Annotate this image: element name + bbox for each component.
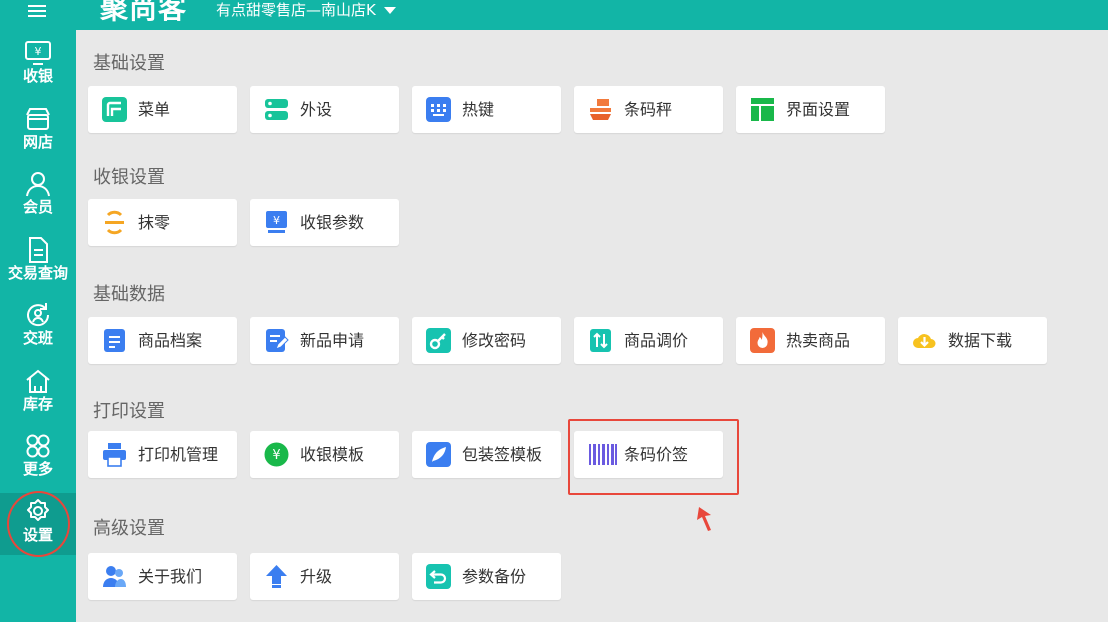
tile-printer-management[interactable]: 打印机管理 (88, 431, 237, 478)
sidebar-item-shift-handover[interactable]: 交班 (0, 296, 76, 358)
tile-new-product[interactable]: 新品申请 (250, 317, 399, 364)
hot-sale-icon (750, 328, 775, 353)
section-title-cashier-settings: 收银设置 (93, 167, 165, 188)
tile-cashier-template[interactable]: ¥ 收银模板 (250, 431, 399, 478)
sidebar-item-cashier[interactable]: ¥ 收银 (0, 34, 76, 96)
section-title-print-settings: 打印设置 (93, 401, 165, 422)
inventory-icon (26, 369, 50, 393)
tile-hotkey[interactable]: 热键 (412, 86, 561, 133)
svg-text:¥: ¥ (272, 448, 280, 463)
peripheral-icon (265, 99, 288, 120)
tile-upgrade[interactable]: 升级 (250, 553, 399, 600)
interface-icon (751, 98, 774, 121)
section-title-basic-data: 基础数据 (93, 284, 165, 305)
settings-icon (27, 499, 49, 521)
rounding-icon (105, 210, 124, 235)
member-icon (26, 172, 50, 197)
svg-text:¥: ¥ (273, 214, 280, 227)
store-selector[interactable]: 有点甜零售店—南山店K (216, 0, 396, 20)
sidebar-item-settings[interactable]: 设置 (0, 493, 76, 555)
menu-icon (102, 97, 127, 122)
product-file-icon (104, 329, 125, 352)
sidebar-item-inventory[interactable]: 库存 (0, 362, 76, 424)
app-logo: 聚尚客 (100, 0, 188, 25)
upgrade-icon (266, 565, 287, 588)
barcode-scale-icon (590, 99, 611, 120)
section-title-basic-settings: 基础设置 (93, 53, 165, 74)
sidebar-item-store[interactable]: 网店 (0, 100, 76, 162)
shift-handover-icon (27, 303, 50, 327)
tile-peripheral[interactable]: 外设 (250, 86, 399, 133)
tile-rounding[interactable]: 抹零 (88, 199, 237, 246)
printer-icon (103, 443, 126, 467)
cashier-icon: ¥ (25, 41, 51, 65)
barcode-price-tag-icon (589, 444, 617, 465)
transaction-query-icon (29, 237, 48, 263)
about-icon (103, 566, 126, 587)
store-name: 有点甜零售店—南山店K (216, 1, 376, 19)
price-adjust-icon (590, 329, 611, 352)
tile-package-label-template[interactable]: 包装签模板 (412, 431, 561, 478)
tile-about-us[interactable]: 关于我们 (88, 553, 237, 600)
tile-hot-sale[interactable]: 热卖商品 (736, 317, 885, 364)
top-bar: 聚尚客 有点甜零售店—南山店K (0, 0, 1108, 30)
store-icon (26, 108, 50, 130)
sidebar-item-more[interactable]: 更多 (0, 427, 76, 489)
sidebar-item-member[interactable]: 会员 (0, 165, 76, 227)
tile-param-backup[interactable]: 参数备份 (412, 553, 561, 600)
hotkey-icon (426, 97, 451, 122)
backup-icon (426, 564, 451, 589)
cashier-params-icon: ¥ (266, 211, 287, 233)
tile-data-download[interactable]: 数据下载 (898, 317, 1047, 364)
tile-change-password[interactable]: 修改密码 (412, 317, 561, 364)
sidebar: ¥ 收银 网店 会员 交易查询 交班 库存 更多 设置 (0, 30, 76, 622)
tile-menu[interactable]: 菜单 (88, 86, 237, 133)
cashier-template-icon: ¥ (264, 442, 289, 467)
hamburger-menu-icon[interactable] (26, 2, 48, 20)
pointer-arrow-icon (697, 507, 711, 531)
section-title-advanced-settings: 高级设置 (93, 518, 165, 539)
settings-main: 基础设置 菜单 外设 热键 条码秤 界面设置 收银设置 抹零 ¥ 收银参数 基础… (76, 30, 1108, 622)
tile-barcode-price-tag[interactable]: 条码价签 (574, 431, 723, 478)
new-product-icon (266, 329, 289, 352)
data-download-icon (913, 334, 936, 348)
tile-product-file[interactable]: 商品档案 (88, 317, 237, 364)
tile-barcode-scale[interactable]: 条码秤 (574, 86, 723, 133)
tile-price-adjust[interactable]: 商品调价 (574, 317, 723, 364)
svg-text:¥: ¥ (35, 45, 42, 58)
sidebar-item-transaction-query[interactable]: 交易查询 (0, 231, 76, 293)
more-icon (26, 434, 50, 458)
package-label-icon (426, 442, 451, 467)
tile-cashier-params[interactable]: ¥ 收银参数 (250, 199, 399, 246)
change-password-icon (426, 328, 451, 353)
chevron-down-icon (383, 7, 396, 14)
tile-interface-settings[interactable]: 界面设置 (736, 86, 885, 133)
